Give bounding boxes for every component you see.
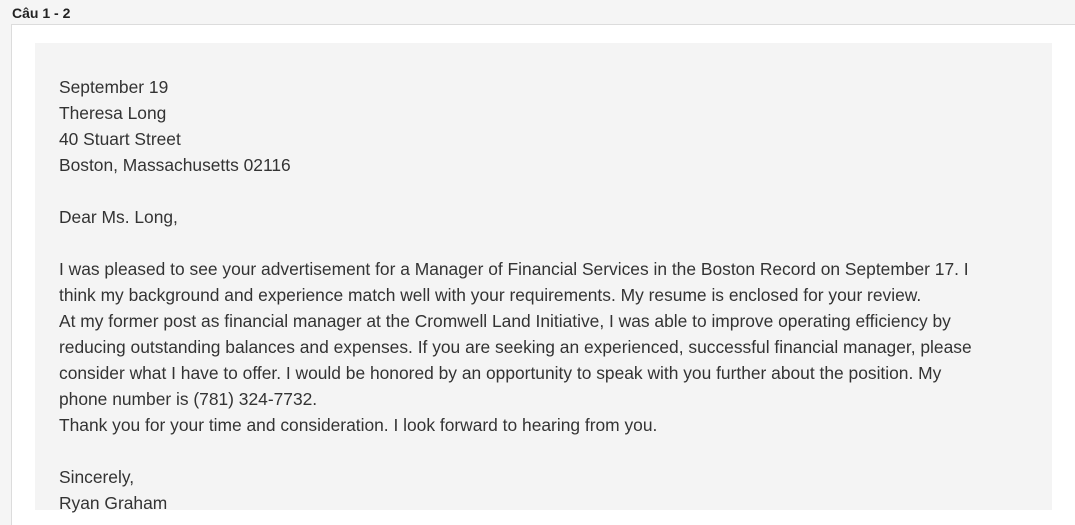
- body-line: consider what I have to offer. I would b…: [59, 363, 942, 383]
- recipient-name: Theresa Long: [59, 103, 167, 123]
- question-card: September 19 Theresa Long 40 Stuart Stre…: [11, 24, 1075, 525]
- salutation: Dear Ms. Long,: [59, 207, 178, 227]
- letter-passage: September 19 Theresa Long 40 Stuart Stre…: [35, 43, 1052, 513]
- signature: Ryan Graham: [59, 493, 168, 513]
- question-label: Câu 1 - 2: [12, 5, 71, 21]
- letter-date: September 19: [59, 77, 169, 97]
- recipient-street: 40 Stuart Street: [59, 129, 181, 149]
- body-line: At my former post as financial manager a…: [59, 311, 951, 331]
- body-line: think my background and experience match…: [59, 285, 922, 305]
- body-line: phone number is (781) 324-7732.: [59, 389, 318, 409]
- recipient-city: Boston, Massachusetts 02116: [59, 155, 291, 175]
- body-line: reducing outstanding balances and expens…: [59, 337, 972, 357]
- body-line: Thank you for your time and consideratio…: [59, 415, 658, 435]
- body-line: I was pleased to see your advertisement …: [59, 259, 969, 279]
- closing: Sincerely,: [59, 467, 135, 487]
